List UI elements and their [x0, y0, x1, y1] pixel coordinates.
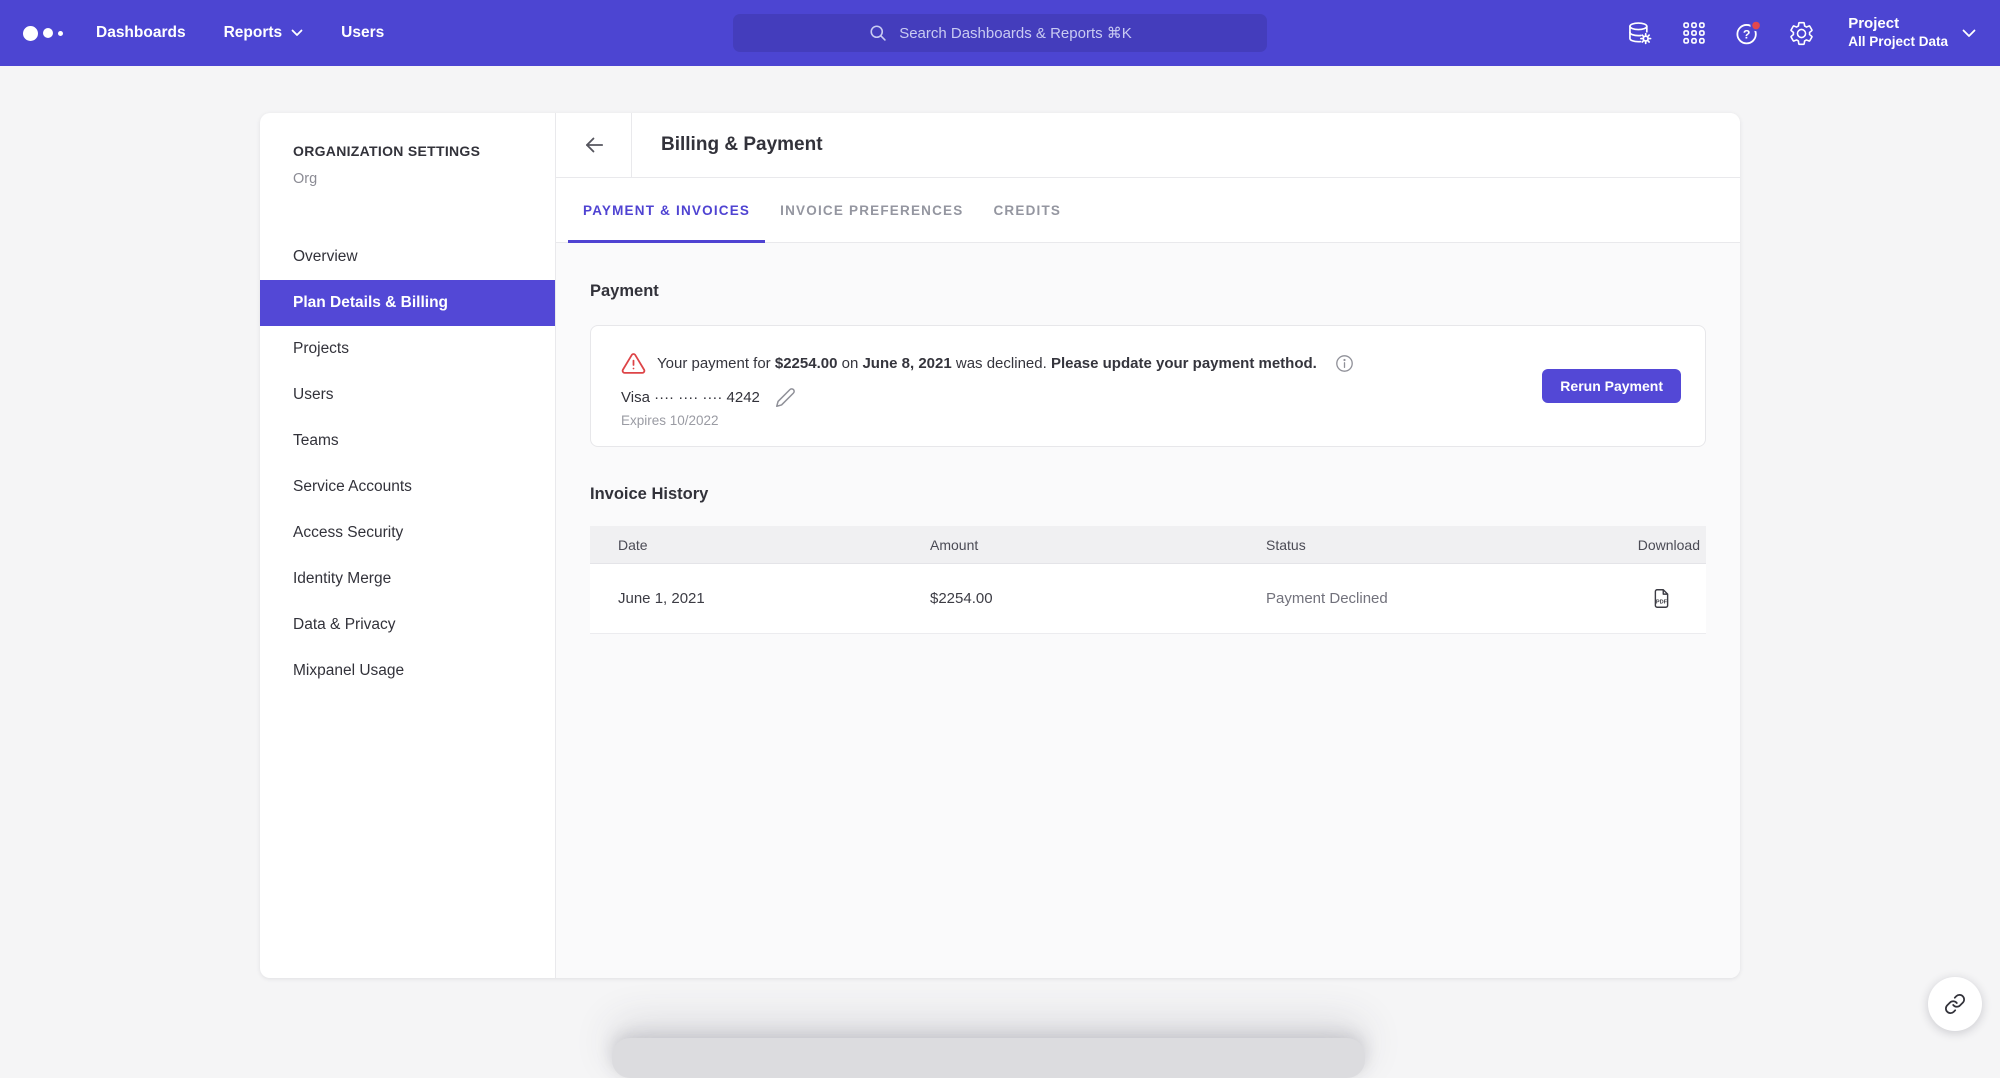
logo-dot	[58, 31, 63, 36]
project-selector-subtitle: All Project Data	[1848, 34, 1948, 51]
nav-item-reports[interactable]: Reports	[224, 24, 304, 42]
edit-pencil-icon[interactable]	[775, 387, 796, 408]
page-title: Billing & Payment	[632, 113, 823, 177]
main-nav: Dashboards Reports Users	[96, 24, 384, 42]
sidebar-item-identity-merge[interactable]: Identity Merge	[260, 556, 555, 602]
sidebar-item-data-privacy[interactable]: Data & Privacy	[260, 602, 555, 648]
column-header-download: Download	[1602, 537, 1706, 553]
top-navbar: Dashboards Reports Users Search Dashboards…	[0, 0, 2000, 66]
column-header-amount: Amount	[930, 537, 1266, 553]
help-icon[interactable]: ?	[1734, 20, 1761, 47]
page-header: Billing & Payment	[556, 113, 1740, 178]
invoice-date: June 1, 2021	[590, 590, 930, 607]
warning-icon	[621, 351, 646, 376]
logo-dot	[43, 28, 53, 38]
payment-section-heading: Payment	[590, 282, 1706, 301]
nav-item-label: Users	[341, 24, 384, 42]
svg-text:PDF: PDF	[1656, 599, 1668, 605]
navbar-right: ? Project All Project Data	[1599, 0, 2000, 66]
tab-payment-invoices[interactable]: PAYMENT & INVOICES	[568, 178, 765, 242]
invoice-row: June 1, 2021$2254.00Payment Declined PDF	[590, 564, 1706, 634]
billing-main-panel: Billing & Payment PAYMENT & INVOICESINVO…	[556, 113, 1740, 978]
chevron-down-icon	[291, 29, 303, 37]
org-settings-sidebar: ORGANIZATION SETTINGS Org OverviewPlan D…	[260, 113, 556, 978]
bottom-sheet-shadow	[612, 1038, 1365, 1078]
search-icon	[868, 23, 888, 43]
data-management-icon[interactable]	[1626, 20, 1653, 47]
invoice-history-heading: Invoice History	[590, 485, 1706, 504]
org-name: Org	[293, 171, 555, 187]
mixpanel-logo[interactable]	[23, 26, 63, 41]
alert-text-segment: June 8, 2021	[862, 355, 951, 372]
notification-badge	[1752, 20, 1761, 29]
tab-credits[interactable]: CREDITS	[978, 178, 1076, 242]
tab-invoice-preferences[interactable]: INVOICE PREFERENCES	[765, 178, 978, 242]
sidebar-heading: ORGANIZATION SETTINGS	[293, 143, 555, 159]
invoice-table: DateAmountStatusDownload June 1, 2021$22…	[590, 526, 1706, 634]
column-header-date: Date	[590, 537, 930, 553]
payment-alert-card: Your payment for $2254.00 on June 8, 202…	[590, 325, 1706, 447]
sidebar-item-users[interactable]: Users	[260, 372, 555, 418]
invoice-amount: $2254.00	[930, 590, 1266, 607]
sidebar-item-plan-details-billing[interactable]: Plan Details & Billing	[260, 280, 555, 326]
search-input[interactable]: Search Dashboards & Reports ⌘K	[733, 14, 1267, 52]
alert-text-segment: Your payment for	[657, 355, 775, 372]
card-expiry: Expires 10/2022	[621, 413, 1705, 428]
sidebar-item-access-security[interactable]: Access Security	[260, 510, 555, 556]
sidebar-item-service-accounts[interactable]: Service Accounts	[260, 464, 555, 510]
back-button[interactable]	[556, 113, 632, 177]
billing-tabs: PAYMENT & INVOICESINVOICE PREFERENCESCRE…	[556, 178, 1740, 243]
link-icon	[1944, 993, 1966, 1015]
alert-text-segment: on	[837, 355, 862, 372]
sidebar-item-mixpanel-usage[interactable]: Mixpanel Usage	[260, 648, 555, 694]
sidebar-item-overview[interactable]: Overview	[260, 234, 555, 280]
settings-gear-icon[interactable]	[1788, 20, 1815, 47]
payment-card-number: Visa ···· ···· ···· 4242	[621, 389, 760, 406]
nav-item-users[interactable]: Users	[341, 24, 384, 42]
alert-text-segment: $2254.00	[775, 355, 838, 372]
share-link-button[interactable]	[1928, 977, 1982, 1031]
back-arrow-icon	[581, 132, 607, 158]
project-selector-title: Project	[1848, 15, 1948, 34]
sidebar-item-teams[interactable]: Teams	[260, 418, 555, 464]
settings-card: ORGANIZATION SETTINGS Org OverviewPlan D…	[260, 113, 1740, 978]
nav-item-label: Reports	[224, 24, 283, 42]
svg-text:?: ?	[1743, 27, 1751, 41]
nav-item-label: Dashboards	[96, 24, 186, 42]
chevron-down-icon	[1962, 29, 1976, 38]
pdf-file-icon[interactable]: PDF	[1651, 588, 1672, 609]
rerun-payment-button[interactable]: Rerun Payment	[1542, 369, 1681, 403]
search-placeholder: Search Dashboards & Reports ⌘K	[899, 24, 1132, 42]
logo-dot	[23, 26, 38, 41]
sidebar-item-projects[interactable]: Projects	[260, 326, 555, 372]
invoice-table-body: June 1, 2021$2254.00Payment Declined PDF	[590, 564, 1706, 634]
project-selector[interactable]: Project All Project Data	[1848, 15, 1976, 51]
info-icon[interactable]	[1334, 353, 1355, 374]
billing-content: Payment Your payment for $2254.00 on Jun…	[556, 243, 1740, 978]
alert-text-segment: Please update your payment method.	[1051, 355, 1317, 372]
invoice-status: Payment Declined	[1266, 590, 1602, 607]
column-header-status: Status	[1266, 537, 1602, 553]
alert-text-segment: was declined.	[952, 355, 1051, 372]
nav-item-dashboards[interactable]: Dashboards	[96, 24, 186, 42]
sidebar-nav: OverviewPlan Details & BillingProjectsUs…	[260, 234, 555, 694]
declined-payment-message: Your payment for $2254.00 on June 8, 202…	[657, 355, 1317, 372]
apps-grid-icon[interactable]	[1680, 20, 1707, 47]
invoice-table-header: DateAmountStatusDownload	[590, 526, 1706, 564]
